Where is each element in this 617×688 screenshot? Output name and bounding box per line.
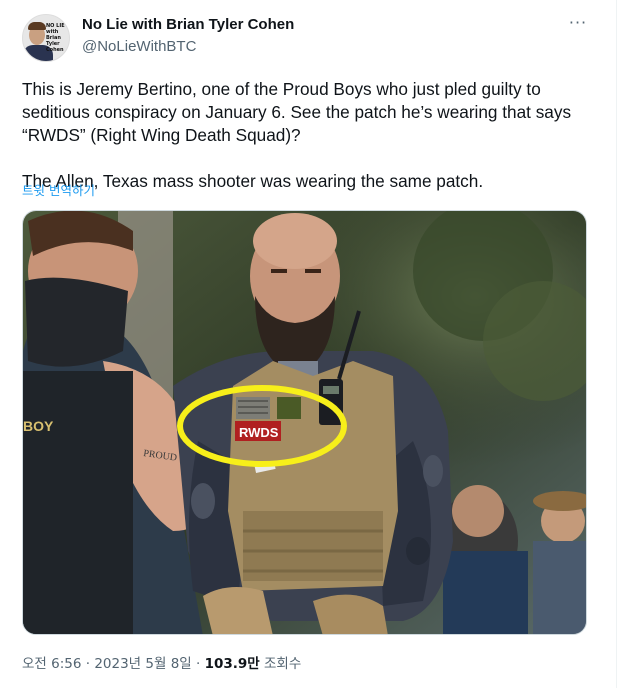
author-handle[interactable]: @NoLieWithBTC: [82, 38, 196, 55]
author-avatar[interactable]: NO LIE with Brian Tyler Cohen: [22, 14, 70, 62]
tweet-text-paragraph-2: The Allen, Texas mass shooter was wearin…: [22, 171, 484, 191]
views-label: 조회수: [259, 656, 302, 672]
tweet-card: NO LIE with Brian Tyler Cohen No Lie wit…: [0, 0, 617, 688]
tweet-text: This is Jeremy Bertino, one of the Proud…: [22, 78, 597, 193]
translate-tweet-link[interactable]: 트윗 번역하기: [22, 180, 95, 199]
views-count: 103.9만: [204, 656, 260, 672]
vest-text: BOY: [23, 418, 54, 434]
author-name[interactable]: No Lie with Brian Tyler Cohen: [82, 16, 294, 33]
tweet-text-paragraph-1: This is Jeremy Bertino, one of the Proud…: [22, 79, 572, 145]
avatar-logo: NO LIE with Brian Tyler Cohen: [46, 23, 65, 53]
tweet-meta: 오전 6:56 · 2023년 5월 8일 · 103.9만 조회수: [22, 652, 301, 672]
meta-separator: ·: [191, 656, 205, 672]
tweet-photo[interactable]: BOY PROUD RWDS: [22, 210, 587, 635]
tweet-timestamp[interactable]: 오전 6:56 · 2023년 5월 8일: [22, 656, 192, 672]
photo-illustration: BOY PROUD RWDS: [23, 211, 586, 634]
more-options-icon[interactable]: ···: [565, 14, 591, 34]
rwds-patch-text: RWDS: [239, 425, 279, 440]
